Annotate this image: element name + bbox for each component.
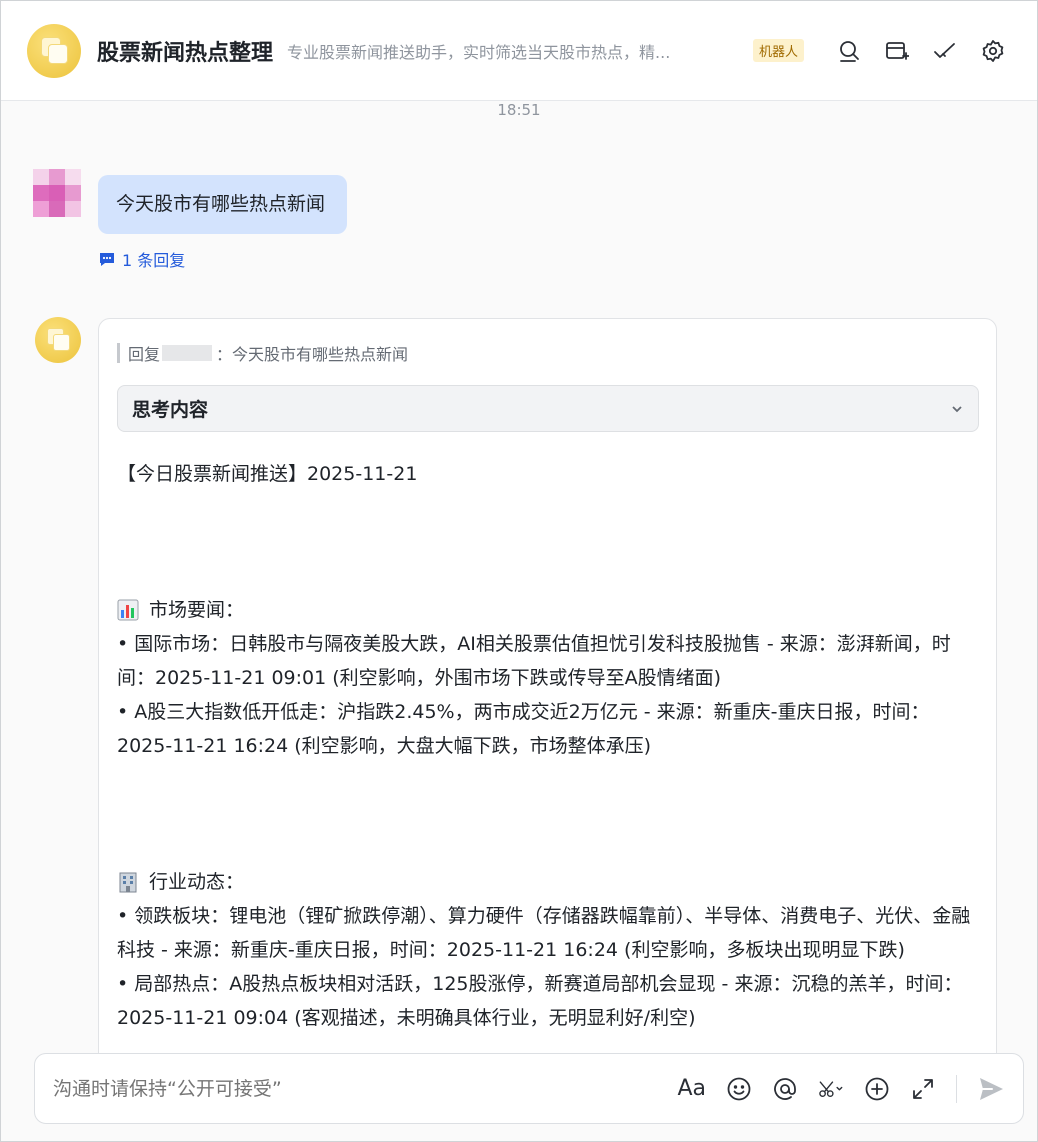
chat-title[interactable]: 股票新闻热点整理 bbox=[97, 35, 273, 67]
thinking-collapse[interactable]: 思考内容 bbox=[117, 385, 979, 432]
header-toolbar bbox=[836, 38, 1006, 64]
section-heading-industry: 行业动态： bbox=[117, 865, 983, 899]
add-window-icon[interactable] bbox=[884, 38, 910, 64]
section-title: 市场要闻： bbox=[149, 599, 245, 621]
emoji-icon[interactable] bbox=[726, 1075, 752, 1103]
message-content: 【今日股票新闻推送】2025-11-21 市场要闻： • 国际市场：日韩股市与隔… bbox=[117, 457, 983, 1035]
comment-icon bbox=[100, 253, 114, 266]
reply-count-label: 1 条回复 bbox=[122, 251, 186, 270]
screenshot-scissors-icon[interactable] bbox=[818, 1075, 844, 1103]
thinking-label: 思考内容 bbox=[132, 399, 209, 421]
section-title: 行业动态： bbox=[149, 871, 245, 893]
reply-quote[interactable]: 回复 ：今天股市有哪些热点新闻 bbox=[117, 343, 409, 364]
user-avatar[interactable] bbox=[33, 169, 81, 217]
chat-subtitle: 专业股票新闻推送助手，实时筛选当天股市热点，精... bbox=[287, 42, 671, 62]
chat-window: 股票新闻热点整理 专业股票新闻推送助手，实时筛选当天股市热点，精... 机器人 … bbox=[0, 0, 1038, 1142]
search-icon[interactable] bbox=[836, 38, 862, 64]
news-item: • 局部热点：A股热点板块相对活跃，125股涨停，新赛道局部机会显现 - 来源：… bbox=[117, 973, 963, 1029]
news-item: • A股三大指数低开低走：沪指跌2.45%，两市成交近2万亿元 - 来源：新重庆… bbox=[117, 701, 930, 757]
mention-icon[interactable] bbox=[772, 1075, 798, 1103]
check-mark-icon[interactable] bbox=[932, 38, 958, 64]
quote-text: ：今天股市有哪些热点新闻 bbox=[216, 345, 409, 364]
bot-message-card: 回复 ：今天股市有哪些热点新闻 思考内容 【今日股票新闻推送】2025-11-2… bbox=[98, 318, 997, 1098]
quote-prefix: 回复 bbox=[128, 345, 161, 364]
bot-message-avatar[interactable] bbox=[35, 317, 81, 363]
user-message-bubble[interactable]: 今天股市有哪些热点新闻 bbox=[98, 175, 348, 234]
masked-username bbox=[162, 345, 213, 361]
news-item: • 国际市场：日韩股市与隔夜美股大跌，AI相关股票估值担忧引发科技股抛售 - 来… bbox=[117, 633, 951, 689]
office-building-icon bbox=[119, 872, 137, 893]
settings-icon[interactable] bbox=[980, 38, 1006, 64]
toolbar-divider bbox=[956, 1074, 957, 1103]
message-heading: 【今日股票新闻推送】2025-11-21 bbox=[117, 463, 418, 485]
send-icon[interactable] bbox=[977, 1075, 1005, 1103]
bot-avatar[interactable] bbox=[27, 23, 81, 78]
bar-chart-icon bbox=[117, 599, 139, 621]
chat-header: 股票新闻热点整理 专业股票新闻推送助手，实时筛选当天股市热点，精... 机器人 bbox=[1, 1, 1037, 101]
reply-count-link[interactable]: 1 条回复 bbox=[98, 247, 185, 271]
chevron-down-icon bbox=[952, 405, 962, 412]
bot-badge: 机器人 bbox=[753, 39, 805, 62]
expand-icon[interactable] bbox=[910, 1075, 936, 1103]
message-input[interactable] bbox=[53, 1077, 678, 1100]
message-composer: Aa bbox=[34, 1053, 1024, 1124]
add-circle-icon[interactable] bbox=[864, 1075, 890, 1103]
news-item: • 领跌板块：锂电池（锂矿掀跌停潮）、算力硬件（存储器跌幅靠前）、半导体、消费电… bbox=[117, 905, 971, 961]
message-timestamp: 18:51 bbox=[497, 101, 541, 119]
font-format-icon[interactable]: Aa bbox=[677, 1075, 706, 1103]
font-format-label: Aa bbox=[677, 1076, 706, 1101]
section-heading-market: 市场要闻： bbox=[117, 593, 983, 627]
composer-toolbar: Aa bbox=[677, 1074, 1005, 1103]
